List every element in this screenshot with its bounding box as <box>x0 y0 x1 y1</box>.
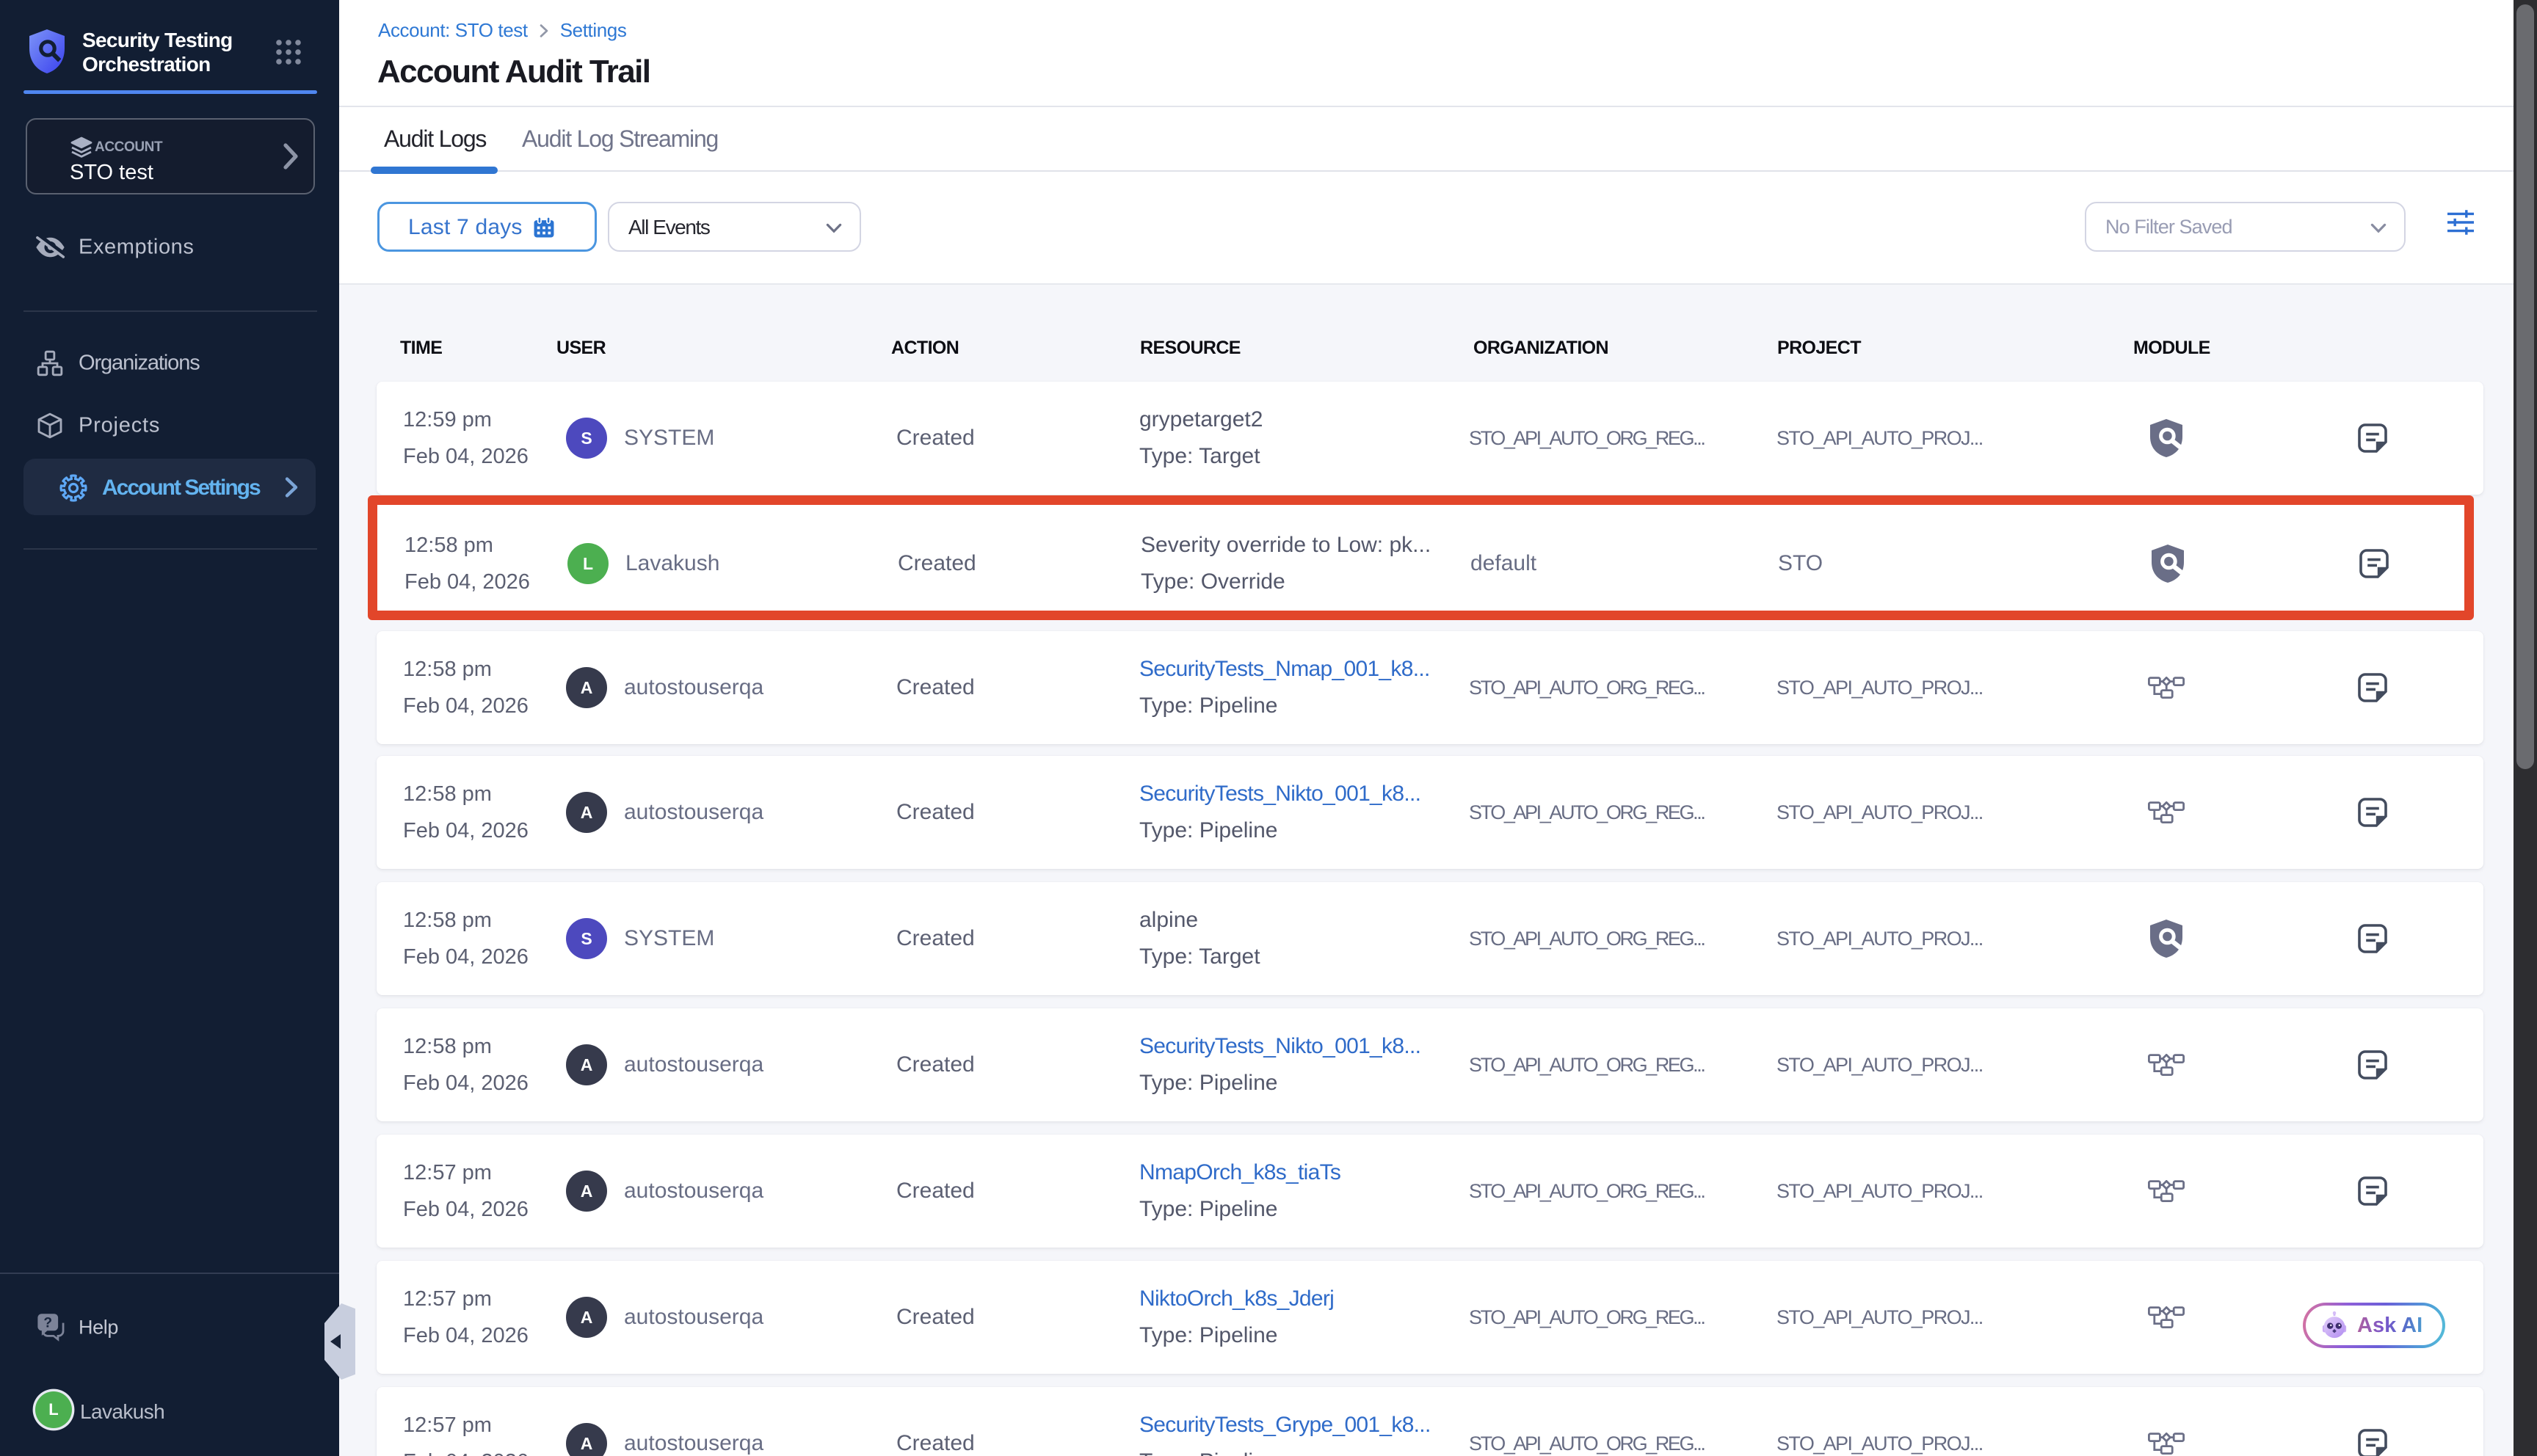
svg-text:?: ? <box>43 1315 52 1331</box>
